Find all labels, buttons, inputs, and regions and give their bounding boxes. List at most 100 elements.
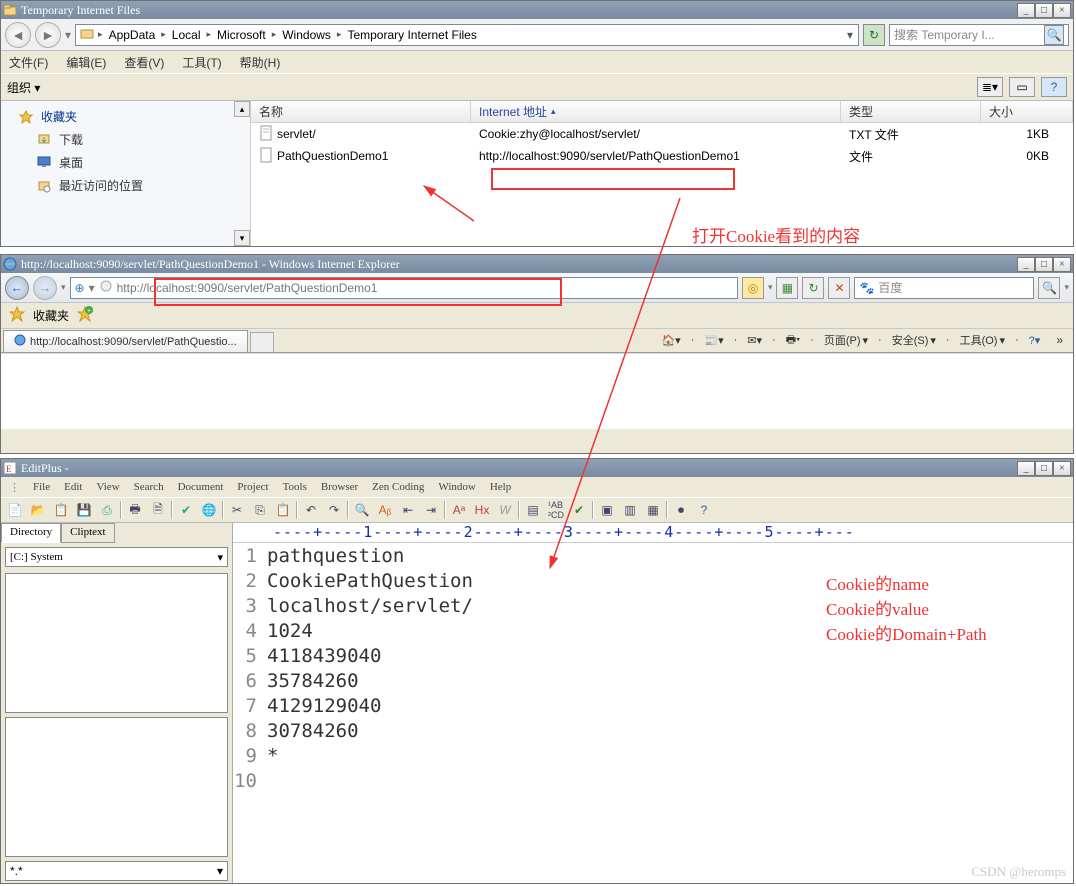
browser-icon[interactable]: 🌐 xyxy=(199,500,219,520)
menu-help[interactable]: Help xyxy=(490,481,511,493)
close-button[interactable]: × xyxy=(1053,257,1071,272)
chevron-expand-icon[interactable]: » xyxy=(1050,333,1063,347)
tree-scroll-up[interactable]: ▴ xyxy=(234,101,250,117)
history-dropdown-icon[interactable]: ▾ xyxy=(61,282,66,293)
bc-windows[interactable]: Windows xyxy=(278,27,335,43)
add-favorite-icon[interactable]: + xyxy=(77,306,93,325)
print-button[interactable]: 🖶▾ xyxy=(782,330,804,351)
menu-document[interactable]: Document xyxy=(178,481,224,493)
history-dropdown-icon[interactable]: ▾ xyxy=(65,28,71,42)
page-menu[interactable]: 页面(P)▾ xyxy=(820,331,872,349)
browser-tab[interactable]: http://localhost:9090/servlet/PathQuesti… xyxy=(3,330,248,352)
filter-combo[interactable]: *.*▾ xyxy=(5,861,228,881)
forward-button[interactable]: ► xyxy=(35,22,61,48)
search-input[interactable]: 搜索 Temporary I... 🔍 xyxy=(889,24,1069,46)
hex-icon[interactable]: Hx xyxy=(472,500,492,520)
chevron-right-icon[interactable]: ▸ xyxy=(98,29,103,40)
back-button[interactable]: ← xyxy=(5,276,29,300)
tab-directory[interactable]: Directory xyxy=(1,523,61,543)
col-internet-address[interactable]: Internet 地址 ▴ xyxy=(471,101,841,122)
undo-icon[interactable]: ↶ xyxy=(301,500,321,520)
redo-icon[interactable]: ↷ xyxy=(324,500,344,520)
bc-local[interactable]: Local xyxy=(168,27,205,43)
panel1-icon[interactable]: ▣ xyxy=(597,500,617,520)
print-icon[interactable]: 🖶 xyxy=(125,500,145,520)
help-icon[interactable]: ? xyxy=(694,500,714,520)
open-file-icon[interactable]: 📂 xyxy=(28,500,48,520)
save-all-icon[interactable]: ⎙ xyxy=(97,500,117,520)
directory-tree[interactable] xyxy=(5,573,228,713)
font-icon[interactable]: Aᵃ xyxy=(449,500,469,520)
rss-button[interactable]: 📰▾ xyxy=(700,333,727,348)
table-row[interactable]: servlet/ Cookie:zhy@localhost/servlet/ T… xyxy=(251,123,1073,145)
ie-titlebar[interactable]: http://localhost:9090/servlet/PathQuesti… xyxy=(1,255,1073,273)
organize-button[interactable]: 组织 ▾ xyxy=(7,79,40,96)
new-tab-button[interactable] xyxy=(250,332,274,352)
tab-new-icon[interactable]: ⊕ xyxy=(75,281,85,295)
new-file-icon[interactable]: 📄 xyxy=(5,500,25,520)
maximize-button[interactable]: □ xyxy=(1035,461,1053,476)
forward-button[interactable]: → xyxy=(33,276,57,300)
tree-scroll-down[interactable]: ▾ xyxy=(234,230,250,246)
col-type[interactable]: 类型 xyxy=(841,101,981,122)
safety-menu[interactable]: 安全(S)▾ xyxy=(888,331,940,349)
menu-file[interactable]: 文件(F) xyxy=(9,54,48,71)
record-icon[interactable]: ⏺ xyxy=(671,500,691,520)
menu-view[interactable]: 查看(V) xyxy=(124,54,164,71)
ep-titlebar[interactable]: E EditPlus - _ □ × xyxy=(1,459,1073,477)
menu-tools[interactable]: 工具(T) xyxy=(182,54,221,71)
favorites-label[interactable]: 收藏夹 xyxy=(33,307,69,324)
chevron-right-icon[interactable]: ▸ xyxy=(161,29,166,40)
col-sel-icon[interactable]: ▤ xyxy=(523,500,543,520)
tools-menu[interactable]: 工具(O)▾ xyxy=(956,331,1009,349)
indent-right-icon[interactable]: ⇥ xyxy=(421,500,441,520)
bc-tif[interactable]: Temporary Internet Files xyxy=(343,27,480,43)
drive-selector[interactable]: [C:] System▾ xyxy=(5,547,228,567)
refresh-button[interactable]: ↻ xyxy=(802,277,824,299)
wrap-icon[interactable]: W xyxy=(495,500,515,520)
stop-button[interactable]: ✕ xyxy=(828,277,850,299)
bc-microsoft[interactable]: Microsoft xyxy=(213,27,270,43)
template-icon[interactable]: 📋 xyxy=(51,500,71,520)
address-dropdown-icon[interactable]: ▾ xyxy=(842,28,858,42)
maximize-button[interactable]: □ xyxy=(1035,3,1053,18)
cut-icon[interactable]: ✂ xyxy=(227,500,247,520)
menu-file[interactable]: File xyxy=(33,481,50,493)
view-mode-button[interactable]: ≣▾ xyxy=(977,77,1003,97)
menu-tools[interactable]: Tools xyxy=(283,481,307,493)
menu-help[interactable]: 帮助(H) xyxy=(240,54,281,71)
chevron-right-icon[interactable]: ▸ xyxy=(337,29,342,40)
spellcheck-icon[interactable]: ✔ xyxy=(176,500,196,520)
menu-search[interactable]: Search xyxy=(134,481,164,493)
star-icon[interactable] xyxy=(9,306,25,325)
help-button[interactable]: ? xyxy=(1041,77,1067,97)
breadcrumb[interactable]: ▸ AppData ▸ Local ▸ Microsoft ▸ Windows … xyxy=(75,24,859,46)
tree-desktop[interactable]: 桌面 xyxy=(1,151,250,174)
search-go-button[interactable]: 🔍 xyxy=(1038,277,1060,299)
table-row[interactable]: PathQuestionDemo1 http://localhost:9090/… xyxy=(251,145,1073,167)
check-icon[interactable]: ✔ xyxy=(569,500,589,520)
save-icon[interactable]: 💾 xyxy=(74,500,94,520)
file-list[interactable] xyxy=(5,717,228,857)
preview-pane-button[interactable]: ▭ xyxy=(1009,77,1035,97)
chevron-right-icon[interactable]: ▸ xyxy=(206,29,211,40)
maximize-button[interactable]: □ xyxy=(1035,257,1053,272)
col-name[interactable]: 名称 xyxy=(251,101,471,122)
go-button[interactable]: ▦ xyxy=(776,277,798,299)
bc-appdata[interactable]: AppData xyxy=(105,27,160,43)
panel2-icon[interactable]: ▥ xyxy=(620,500,640,520)
panel3-icon[interactable]: ▦ xyxy=(643,500,663,520)
copy-icon[interactable]: ⎘ xyxy=(250,500,270,520)
editor-pane[interactable]: ----+----1----+----2----+----3----+----4… xyxy=(233,523,1073,883)
search-icon[interactable]: 🔍 xyxy=(1044,25,1064,45)
menu-edit[interactable]: 编辑(E) xyxy=(66,54,106,71)
menu-window[interactable]: Window xyxy=(438,481,475,493)
close-button[interactable]: × xyxy=(1053,461,1071,476)
tree-downloads[interactable]: 下载 xyxy=(1,128,250,151)
compat-button[interactable]: ◎ xyxy=(742,277,764,299)
tab-cliptext[interactable]: Cliptext xyxy=(61,523,114,543)
indent-left-icon[interactable]: ⇤ xyxy=(398,500,418,520)
close-button[interactable]: × xyxy=(1053,3,1071,18)
tree-recent[interactable]: 最近访问的位置 xyxy=(1,174,250,197)
chevron-right-icon[interactable]: ▸ xyxy=(272,29,277,40)
